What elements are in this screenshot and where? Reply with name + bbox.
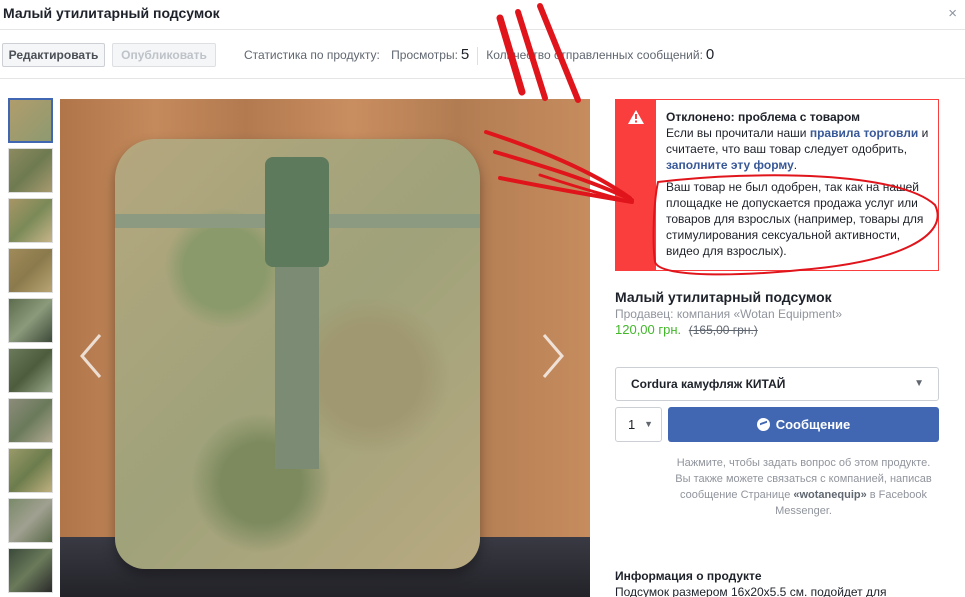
variant-select[interactable]: Cordura камуфляж КИТАЙ ▼ [615, 367, 939, 401]
current-price: 120,00 грн. [615, 322, 682, 337]
photo-buckle [265, 157, 329, 267]
publish-button[interactable]: Опубликовать [112, 43, 216, 67]
messenger-help-text: Нажмите, чтобы задать вопрос об этом про… [668, 455, 939, 519]
price-row: 120,00 грн. (165,00 грн.) [615, 322, 758, 337]
messages-count: 0 [705, 46, 715, 63]
rejection-text-1: Если вы прочитали наши [666, 126, 807, 140]
rejection-content: Отклонено: проблема с товаром Если вы пр… [666, 109, 934, 259]
close-icon[interactable]: × [948, 5, 957, 22]
rejection-appeal: Если вы прочитали наши правила торговли … [666, 125, 934, 173]
rejection-text-3: . [793, 158, 798, 172]
message-button[interactable]: Сообщение [668, 407, 939, 442]
product-info-text: Подсумок размером 16x20x5.5 см. подойдет… [615, 585, 887, 597]
stats-divider [477, 46, 479, 65]
thumbnail[interactable] [8, 398, 53, 443]
stats-label: Статистика по продукту: [244, 48, 380, 62]
previous-photo-icon[interactable] [76, 331, 106, 381]
toolbar: Редактировать Опубликовать Статистика по… [0, 31, 965, 79]
dialog-header: Малый утилитарный подсумок × [0, 0, 965, 30]
thumbnail[interactable] [8, 248, 53, 293]
thumbnail[interactable] [8, 448, 53, 493]
page-name: «wotanequip» [793, 489, 867, 501]
chevron-down-icon: ▼ [914, 378, 924, 389]
thumbnail[interactable] [8, 548, 53, 593]
dialog-title: Малый утилитарный подсумок [3, 5, 220, 21]
next-photo-icon[interactable] [538, 331, 568, 381]
views-label: Просмотры: [391, 48, 458, 62]
seller-info[interactable]: Продавец: компания «Wotan Equipment» [615, 307, 842, 321]
appeal-form-link[interactable]: заполните эту форму [666, 158, 794, 172]
rejection-notice: Отклонено: проблема с товаром Если вы пр… [615, 99, 939, 271]
quantity-select[interactable]: 1 ▼ [615, 407, 662, 442]
messenger-icon [756, 418, 770, 431]
message-button-label: Сообщение [775, 417, 851, 432]
edit-button[interactable]: Редактировать [2, 43, 105, 67]
rejection-heading: Отклонено: проблема с товаром [666, 110, 861, 124]
thumbnail[interactable] [8, 298, 53, 343]
thumbnail-strip [8, 98, 56, 597]
messages-label: Количество отправленных сообщений: [486, 48, 703, 62]
thumbnail[interactable] [8, 148, 53, 193]
commerce-policies-link[interactable]: правила торговли [810, 126, 918, 140]
chevron-down-icon: ▼ [644, 419, 653, 429]
thumbnail[interactable] [8, 198, 53, 243]
product-title: Малый утилитарный подсумок [615, 289, 832, 305]
quantity-value: 1 [628, 417, 636, 432]
old-price: (165,00 грн.) [688, 323, 758, 337]
rejection-reason: Ваш товар не был одобрен, так как на наш… [666, 180, 924, 258]
views-count: 5 [460, 46, 470, 63]
variant-value: Cordura камуфляж КИТАЙ [631, 377, 786, 391]
product-stats: Статистика по продукту: Просмотры: 5 Колич… [244, 46, 714, 65]
thumbnail[interactable] [8, 98, 53, 143]
thumbnail[interactable] [8, 348, 53, 393]
warning-icon [627, 109, 645, 130]
product-photo[interactable] [60, 99, 590, 597]
thumbnail[interactable] [8, 498, 53, 543]
product-info-heading: Информация о продукте [615, 569, 762, 583]
